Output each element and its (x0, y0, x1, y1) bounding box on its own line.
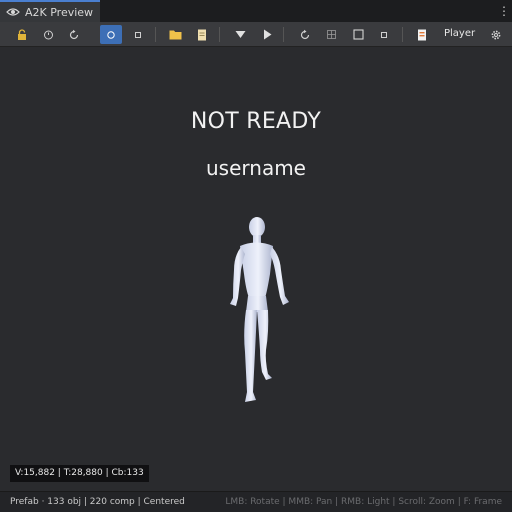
render-stats-overlay: V:15,882 | T:28,880 | Cb:133 (10, 465, 149, 482)
target-icon[interactable] (100, 25, 122, 44)
scene-info-text: Prefab · 133 obj | 220 comp | Centered (10, 497, 185, 507)
player-button[interactable]: Player (444, 28, 475, 39)
toolbar-divider (283, 27, 284, 42)
avatar-model[interactable] (210, 212, 302, 407)
play-icon[interactable] (256, 25, 278, 44)
frame-icon[interactable] (127, 25, 149, 44)
toolbar-divider (402, 27, 403, 42)
document-icon[interactable] (191, 25, 213, 44)
player-file-icon[interactable] (411, 25, 433, 44)
small-square-icon[interactable] (373, 25, 395, 44)
tab-bar: A2K Preview ⋮ (0, 0, 512, 22)
tab-title: A2K Preview (25, 5, 94, 19)
lock-icon[interactable] (11, 25, 33, 44)
grid-icon[interactable] (320, 25, 342, 44)
username-label: username (206, 156, 306, 180)
settings-gear-icon[interactable] (485, 25, 507, 44)
square-icon[interactable] (347, 25, 369, 44)
controls-hint-text: LMB: Rotate | MMB: Pan | RMB: Light | Sc… (225, 497, 502, 507)
ready-status-label: NOT READY (190, 109, 322, 134)
dropdown-triangle-icon[interactable] (229, 25, 251, 44)
toolbar-divider (155, 27, 156, 42)
refresh-icon[interactable] (294, 25, 316, 44)
reset-icon[interactable] (63, 25, 85, 44)
preview-viewport[interactable]: NOT READY username V:15,882 | T:28,880 |… (0, 47, 512, 491)
folder-icon[interactable] (164, 25, 186, 44)
toolbar-divider (219, 27, 220, 42)
eye-icon (6, 8, 20, 16)
status-bar: Prefab · 133 obj | 220 comp | Centered L… (0, 491, 512, 512)
timer-icon[interactable] (37, 25, 59, 44)
more-menu-icon[interactable]: ⋮ (498, 3, 510, 19)
toolbar (0, 22, 512, 47)
tab-a2k-preview[interactable]: A2K Preview (0, 0, 100, 22)
